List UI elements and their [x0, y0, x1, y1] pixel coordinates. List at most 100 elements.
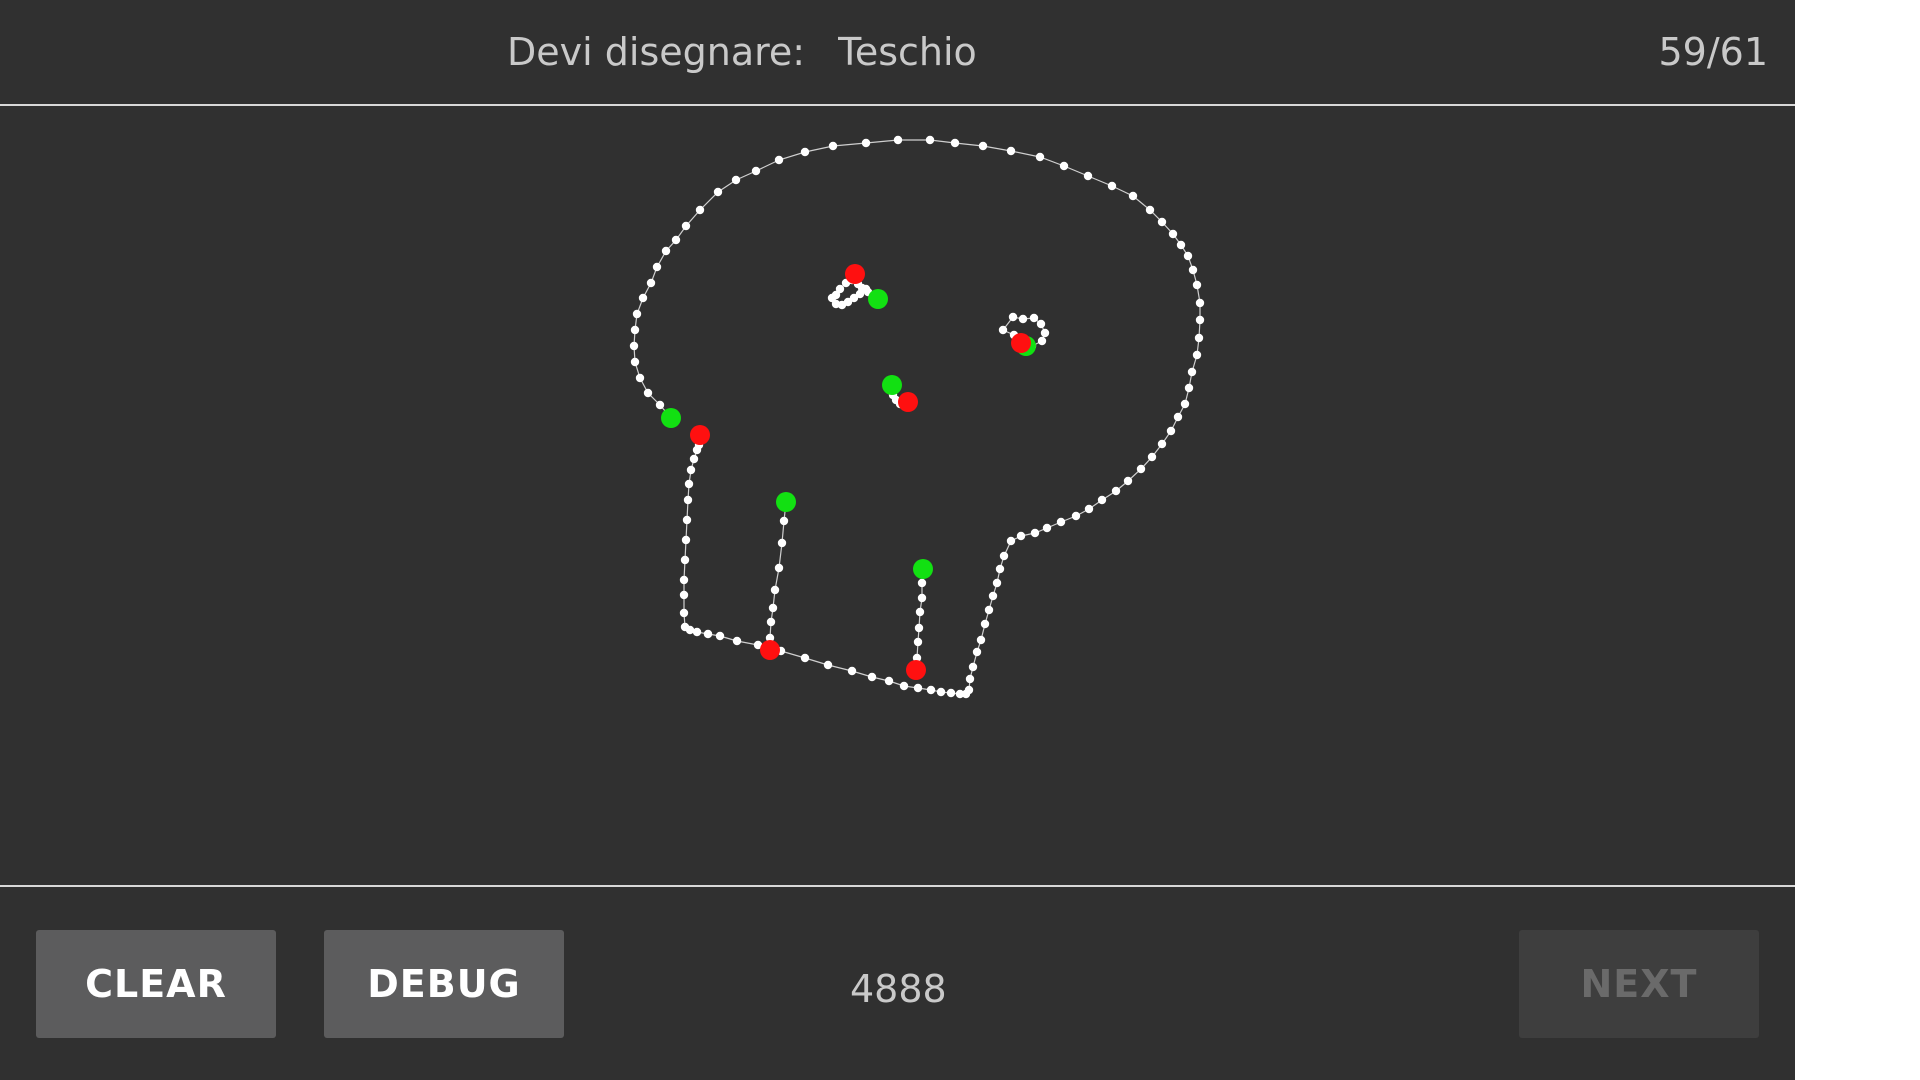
stroke-point	[1008, 312, 1018, 322]
header-bar: Devi disegnare: Teschio 59/61	[0, 0, 1795, 105]
stroke-point	[1029, 313, 1039, 323]
stroke-point	[1176, 240, 1186, 250]
stroke-point	[1128, 191, 1138, 201]
progress-counter: 59/61	[1658, 30, 1768, 74]
stroke-point	[968, 662, 978, 672]
stroke-point	[1147, 452, 1157, 462]
stroke-point	[1107, 181, 1117, 191]
stroke-point	[1037, 336, 1047, 346]
stroke-point	[847, 666, 857, 676]
stroke-point	[926, 685, 936, 695]
stroke-point	[913, 683, 923, 693]
stroke-point	[680, 555, 690, 565]
stroke-point	[652, 262, 662, 272]
stroke-point	[946, 688, 956, 698]
stroke-point	[861, 284, 871, 294]
stroke-end-marker	[898, 392, 918, 412]
stroke-point	[1111, 486, 1121, 496]
stroke-point	[1145, 205, 1155, 215]
stroke-point	[1035, 152, 1045, 162]
screen-edge	[1795, 0, 1920, 1080]
stroke-point	[732, 636, 742, 646]
stroke-point	[1016, 531, 1026, 541]
stroke-point	[823, 660, 833, 670]
stroke-point	[777, 538, 787, 548]
stroke-point	[984, 605, 994, 615]
stroke-point	[635, 373, 645, 383]
stroke-point	[867, 672, 877, 682]
stroke-point	[936, 687, 946, 697]
stroke-point	[1018, 314, 1028, 324]
stroke-point	[1168, 229, 1178, 239]
stroke-point	[972, 647, 982, 657]
stroke-point	[992, 578, 1002, 588]
stroke-point	[682, 515, 692, 525]
stroke-point	[632, 309, 642, 319]
stroke-point	[1183, 251, 1193, 261]
stroke-point	[1157, 217, 1167, 227]
prompt-word: Teschio	[838, 30, 977, 74]
stroke-point	[893, 135, 903, 145]
stroke-point	[683, 495, 693, 505]
stroke-point	[779, 516, 789, 526]
stroke-point	[751, 166, 761, 176]
stroke-point	[713, 187, 723, 197]
stroke-point	[1030, 528, 1040, 538]
stroke-point	[770, 585, 780, 595]
drawing-prompt: Devi disegnare: Teschio	[507, 30, 977, 74]
stroke-start-marker	[661, 408, 681, 428]
stroke-point	[1006, 146, 1016, 156]
stroke-point	[995, 564, 1005, 574]
stroke-point	[1184, 383, 1194, 393]
debug-button[interactable]: DEBUG	[324, 930, 564, 1038]
drawing-svg	[629, 135, 1205, 699]
stroke-point	[630, 325, 640, 335]
stroke-end-marker	[760, 640, 780, 660]
stroke-point	[1187, 367, 1197, 377]
stroke-point	[630, 357, 640, 367]
stroke-point	[1006, 536, 1016, 546]
stroke-point	[731, 175, 741, 185]
stroke-point	[703, 629, 713, 639]
stroke-point	[915, 607, 925, 617]
stroke-point	[1059, 161, 1069, 171]
stroke-point	[998, 325, 1008, 335]
stroke-point	[1166, 426, 1176, 436]
stroke-point	[1195, 298, 1205, 308]
stroke-point	[681, 535, 691, 545]
stroke-point	[917, 593, 927, 603]
stroke-point	[629, 341, 639, 351]
clear-button[interactable]: CLEAR	[36, 930, 276, 1038]
drawing-canvas[interactable]	[0, 106, 1795, 885]
stroke-point	[978, 141, 988, 151]
stroke-end-marker	[690, 425, 710, 445]
stroke-point	[768, 603, 778, 613]
score-value: 4888	[850, 967, 947, 1011]
stroke-point	[638, 293, 648, 303]
stroke-start-marker	[868, 289, 888, 309]
stroke-end-marker	[1011, 333, 1031, 353]
stroke-point	[976, 635, 986, 645]
stroke-point	[680, 622, 690, 632]
stroke-point	[695, 205, 705, 215]
stroke-point	[914, 623, 924, 633]
stroke-point	[980, 619, 990, 629]
stroke-start-marker	[776, 492, 796, 512]
stroke-point	[800, 653, 810, 663]
stroke-point	[1173, 412, 1183, 422]
prompt-label: Devi disegnare:	[507, 30, 806, 74]
stroke-point	[681, 221, 691, 231]
stroke-point	[679, 608, 689, 618]
stroke-point	[1192, 350, 1202, 360]
stroke-point	[1192, 280, 1202, 290]
stroke-point	[1042, 523, 1052, 533]
stroke-point	[766, 617, 776, 627]
stroke-point	[884, 676, 894, 686]
stroke-point	[999, 551, 1009, 561]
stroke-point	[1157, 439, 1167, 449]
footer-bar: CLEAR DEBUG 4888 NEXT	[0, 887, 1795, 1080]
stroke-point	[828, 141, 838, 151]
stroke-point	[955, 689, 965, 699]
stroke-point	[679, 590, 689, 600]
next-button[interactable]: NEXT	[1519, 930, 1759, 1038]
